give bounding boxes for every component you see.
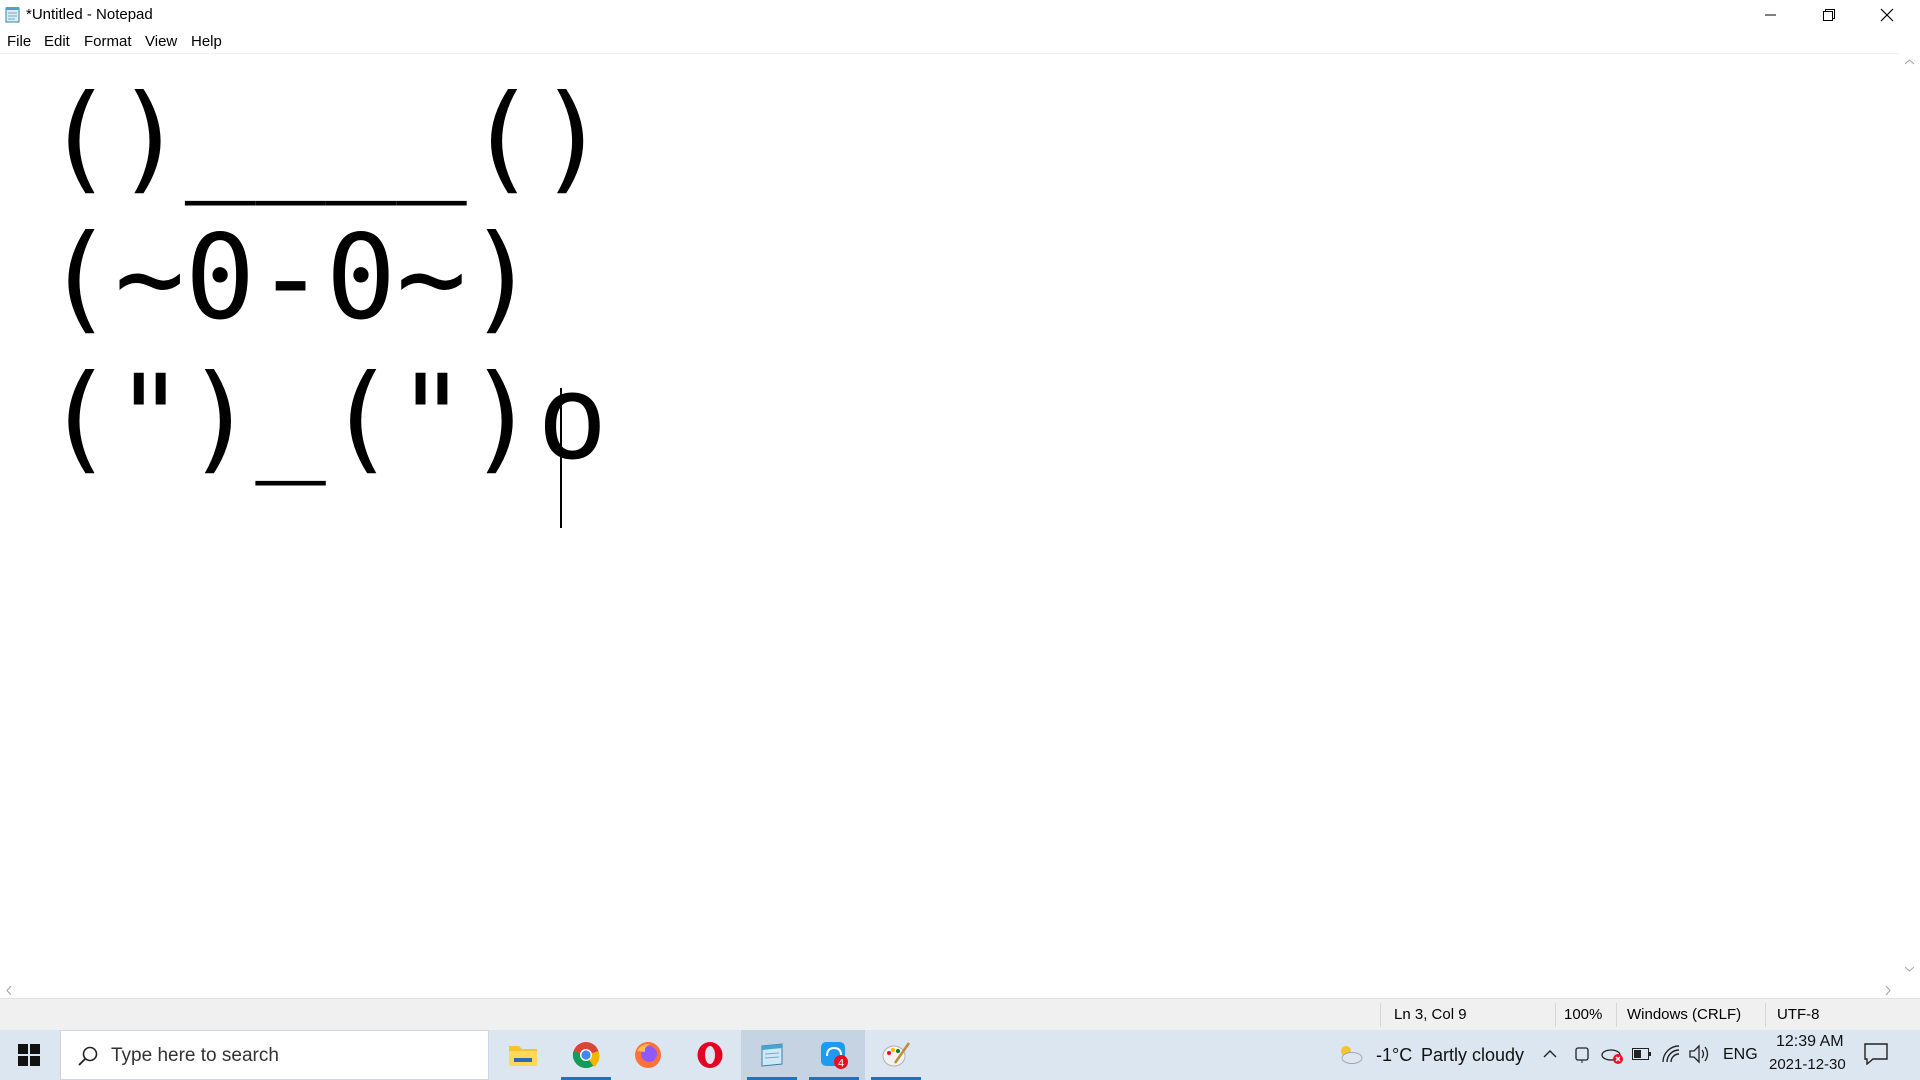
window-title: *Untitled - Notepad <box>26 6 153 23</box>
taskbar-notepad[interactable] <box>741 1030 803 1080</box>
text-editor[interactable]: ()____() (~0-0~) (")_(")o <box>0 53 1899 982</box>
chevron-up-icon[interactable] <box>1543 1049 1557 1059</box>
taskbar-search[interactable]: Type here to search <box>60 1030 489 1080</box>
close-icon <box>1880 8 1894 21</box>
firefox-icon <box>635 1042 661 1068</box>
opera-icon <box>697 1042 723 1068</box>
battery-icon[interactable] <box>1632 1048 1652 1060</box>
scroll-right-arrow-icon[interactable] <box>1885 986 1891 995</box>
taskbar-paint[interactable] <box>865 1030 927 1080</box>
search-icon <box>78 1046 98 1066</box>
start-button[interactable] <box>0 1030 58 1080</box>
folder-icon <box>509 1046 537 1066</box>
status-bar: Ln 3, Col 9 100% Windows (CRLF) UTF-8 <box>0 998 1920 1031</box>
onedrive-error-icon[interactable] <box>1601 1045 1625 1065</box>
status-separator <box>1765 1003 1766 1027</box>
restore-icon <box>1823 8 1835 21</box>
volume-icon[interactable] <box>1688 1044 1710 1064</box>
language-indicator[interactable]: ENG <box>1723 1046 1758 1064</box>
cursor-position: Ln 3, Col 9 <box>1394 1006 1467 1023</box>
menu-edit[interactable]: Edit <box>44 33 70 50</box>
title-bar: *Untitled - Notepad <box>0 0 1920 29</box>
taskbar-firefox[interactable] <box>617 1030 679 1080</box>
taskbar-chrome[interactable] <box>555 1030 617 1080</box>
meet-now-icon[interactable] <box>1574 1046 1590 1064</box>
menu-help[interactable]: Help <box>191 33 222 50</box>
weather-temperature[interactable]: -1°C <box>1376 1045 1412 1066</box>
scroll-up-arrow-icon[interactable] <box>1905 59 1914 65</box>
clock-date[interactable]: 2021-12-30 <box>1769 1056 1846 1073</box>
horizontal-scrollbar[interactable] <box>0 981 1899 998</box>
wifi-icon[interactable] <box>1661 1044 1681 1064</box>
messaging-icon: 4 <box>821 1042 848 1070</box>
close-button[interactable] <box>1858 0 1916 29</box>
menu-bar: File Edit Format View Help <box>0 29 1920 53</box>
taskbar: Type here to search 4 -1°C Partly cloudy… <box>0 1030 1920 1080</box>
notifications-icon[interactable] <box>1864 1043 1888 1065</box>
taskbar-messaging[interactable]: 4 <box>803 1030 865 1080</box>
editor-line: ()____() <box>44 69 608 206</box>
menu-file[interactable]: File <box>7 33 31 50</box>
search-placeholder: Type here to search <box>111 1045 279 1066</box>
status-separator <box>1555 1003 1556 1027</box>
scroll-corner <box>1899 981 1920 998</box>
notepad-icon <box>761 1043 783 1067</box>
partly-cloudy-icon[interactable] <box>1336 1043 1364 1065</box>
notepad-app-icon <box>5 7 20 23</box>
editor-line: (~0-0~) <box>44 209 538 346</box>
windows-logo-icon <box>18 1044 40 1066</box>
minimize-icon <box>1765 14 1776 15</box>
status-separator <box>1616 1003 1617 1027</box>
menu-view[interactable]: View <box>145 33 177 50</box>
encoding: UTF-8 <box>1777 1006 1820 1023</box>
minimize-button[interactable] <box>1742 0 1800 29</box>
paint-icon <box>882 1042 911 1067</box>
taskbar-opera[interactable] <box>679 1030 741 1080</box>
text-caret <box>560 388 562 528</box>
menu-format[interactable]: Format <box>84 33 132 50</box>
zoom-level: 100% <box>1564 1006 1603 1023</box>
editor-line: (")_(")o <box>44 349 608 486</box>
status-separator <box>1380 1003 1381 1027</box>
chrome-icon <box>572 1042 600 1068</box>
scroll-down-arrow-icon[interactable] <box>1905 966 1914 972</box>
line-endings: Windows (CRLF) <box>1627 1006 1742 1023</box>
editor-content[interactable]: ()____() (~0-0~) (")_(")o <box>44 68 608 488</box>
scroll-left-arrow-icon[interactable] <box>6 986 12 995</box>
restore-button[interactable] <box>1800 0 1858 29</box>
taskbar-file-explorer[interactable] <box>492 1030 554 1080</box>
vertical-scrollbar[interactable] <box>1899 53 1920 981</box>
weather-condition[interactable]: Partly cloudy <box>1421 1045 1524 1066</box>
clock-time[interactable]: 12:39 AM <box>1776 1033 1844 1051</box>
notification-badge: 4 <box>838 1058 844 1070</box>
